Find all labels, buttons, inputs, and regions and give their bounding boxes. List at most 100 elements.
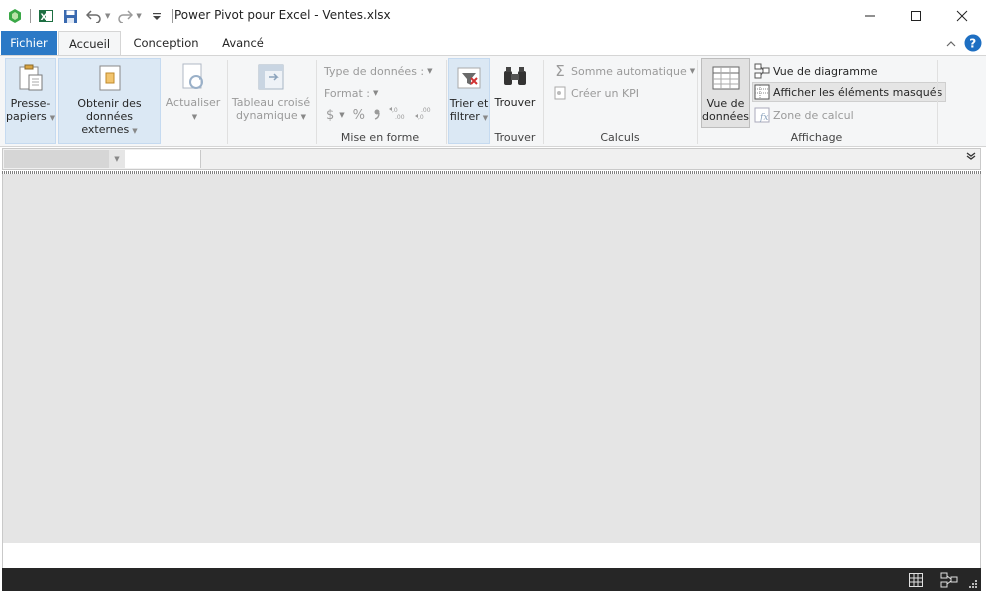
resize-grip-icon[interactable]: [963, 574, 981, 592]
undo-dropdown-icon[interactable]: ▼: [105, 12, 110, 20]
tab-home[interactable]: Accueil: [58, 31, 121, 56]
find-button[interactable]: Trouver: [492, 58, 538, 128]
svg-text:?: ?: [969, 37, 976, 51]
clipboard-dropdown-icon: ▼: [49, 114, 56, 122]
grid-view-status-button[interactable]: [907, 571, 925, 589]
clipboard-label-2: papiers: [6, 110, 47, 123]
tab-file[interactable]: Fichier: [1, 31, 57, 55]
format-dropdown-icon: ▼: [372, 89, 379, 97]
svg-text:,0: ,0: [392, 107, 398, 114]
svg-text:.00: .00: [421, 107, 431, 114]
group-separator: [227, 60, 228, 144]
name-box[interactable]: [4, 150, 109, 168]
redo-icon[interactable]: [116, 7, 134, 25]
clipboard-icon: [16, 63, 46, 93]
show-hidden-button[interactable]: Afficher les éléments masqués: [752, 82, 947, 102]
clipboard-label-1: Presse-: [10, 97, 51, 110]
create-kpi-button[interactable]: Créer un KPI: [552, 84, 639, 102]
customize-qat-icon[interactable]: [148, 7, 166, 25]
decrease-decimals-button[interactable]: .00,0: [415, 106, 435, 124]
group-separator: [937, 60, 938, 144]
data-view-button[interactable]: Vue de données: [701, 58, 750, 128]
external-dropdown-icon: ▼: [132, 127, 138, 135]
autosum-label: Somme automatique: [571, 64, 687, 78]
comma-style-button[interactable]: [373, 108, 381, 123]
refresh-icon: [178, 62, 208, 92]
get-external-data-button[interactable]: Obtenir des données externes ▼: [58, 58, 161, 144]
ribbon-tabs: Fichier Accueil Conception Avancé ?: [0, 31, 986, 56]
formatting-group-label: Mise en forme: [340, 131, 420, 144]
status-bar: [2, 568, 981, 591]
window-title: Power Pivot pour Excel - Ventes.xlsx: [174, 8, 391, 22]
data-view-icon: [711, 63, 741, 93]
show-hidden-icon: [754, 84, 770, 100]
formula-input[interactable]: [125, 150, 201, 168]
group-separator: [316, 60, 317, 144]
group-separator: [543, 60, 544, 144]
currency-dropdown-icon[interactable]: ▼: [339, 111, 344, 119]
undo-icon[interactable]: [85, 7, 103, 25]
format-dropdown[interactable]: Format : ▼: [324, 84, 378, 102]
sort-filter-button[interactable]: Trier et filtrer ▼: [448, 58, 490, 144]
qat-separator: [30, 9, 31, 23]
increase-decimals-button[interactable]: ,0.00: [389, 106, 409, 124]
save-icon[interactable]: [61, 7, 79, 25]
increase-decimals-icon: ,0.00: [389, 107, 405, 121]
tab-design[interactable]: Conception: [124, 31, 208, 55]
external-label-2: données externes: [81, 110, 133, 136]
collapse-ribbon-icon[interactable]: [946, 38, 956, 51]
autosum-dropdown-icon: ▼: [689, 67, 696, 75]
minimize-icon: [865, 15, 875, 16]
sigma-icon: Σ: [555, 62, 565, 80]
data-grid-area: [2, 174, 981, 543]
find-group-label: Trouver: [494, 131, 536, 144]
pivot-table-button[interactable]: Tableau croisé dynamique ▼: [230, 58, 312, 144]
kpi-label: Créer un KPI: [571, 86, 640, 100]
diagram-view-button[interactable]: Vue de diagramme: [753, 61, 880, 81]
expand-formula-bar-icon[interactable]: [964, 150, 978, 168]
refresh-label: Actualiser: [165, 96, 221, 109]
binoculars-icon: [500, 62, 530, 92]
minimize-button[interactable]: [847, 0, 893, 31]
redo-dropdown-icon[interactable]: ▼: [136, 12, 141, 20]
svg-text:.00: .00: [395, 114, 405, 120]
pivot-label-2: dynamique: [235, 109, 298, 122]
tab-advanced[interactable]: Avancé: [212, 31, 274, 55]
calculation-area-button[interactable]: fx Zone de calcul: [753, 105, 857, 125]
group-separator: [697, 60, 698, 144]
percent-button[interactable]: %: [353, 108, 365, 123]
name-box-dropdown-icon[interactable]: ▼: [109, 150, 125, 168]
currency-button[interactable]: $: [326, 108, 334, 123]
ribbon: Presse- papiers ▼ Obtenir des données ext…: [0, 55, 986, 147]
diagram-view-status-button[interactable]: [940, 571, 958, 589]
data-view-label-2: données: [702, 110, 749, 123]
calculation-area-label: Zone de calcul: [773, 108, 854, 122]
data-type-dropdown[interactable]: Type de données : ▼: [324, 62, 433, 80]
autosum-button[interactable]: Σ Somme automatique ▼: [552, 62, 695, 80]
power-pivot-icon[interactable]: [6, 7, 24, 25]
clipboard-button[interactable]: Presse- papiers ▼: [5, 58, 56, 144]
maximize-button[interactable]: [893, 0, 939, 31]
qat-separator-2: [171, 9, 173, 23]
show-hidden-label: Afficher les éléments masqués: [773, 85, 943, 99]
refresh-button[interactable]: Actualiser ▼: [163, 58, 223, 144]
close-button[interactable]: [939, 0, 985, 31]
format-label: Format :: [324, 86, 370, 100]
excel-icon[interactable]: X: [37, 7, 55, 25]
maximize-icon: [911, 10, 921, 21]
find-label: Trouver: [494, 96, 536, 109]
svg-text:fx: fx: [759, 113, 768, 123]
data-view-label-1: Vue de: [706, 97, 745, 110]
kpi-icon: [552, 85, 568, 101]
quick-access-toolbar: X ▼ ▼: [6, 6, 179, 26]
pivot-dropdown-icon: ▼: [300, 113, 307, 121]
help-icon[interactable]: ?: [964, 34, 982, 55]
pivot-label-1: Tableau croisé: [231, 96, 311, 109]
sort-filter-icon: [454, 63, 484, 93]
diagram-view-icon: [754, 63, 770, 79]
diagram-view-label: Vue de diagramme: [773, 64, 878, 78]
table-tab-strip: [2, 543, 981, 568]
external-label-1: Obtenir des: [77, 97, 142, 110]
diagram-status-icon: [940, 572, 958, 588]
calculation-area-icon: fx: [754, 107, 770, 123]
